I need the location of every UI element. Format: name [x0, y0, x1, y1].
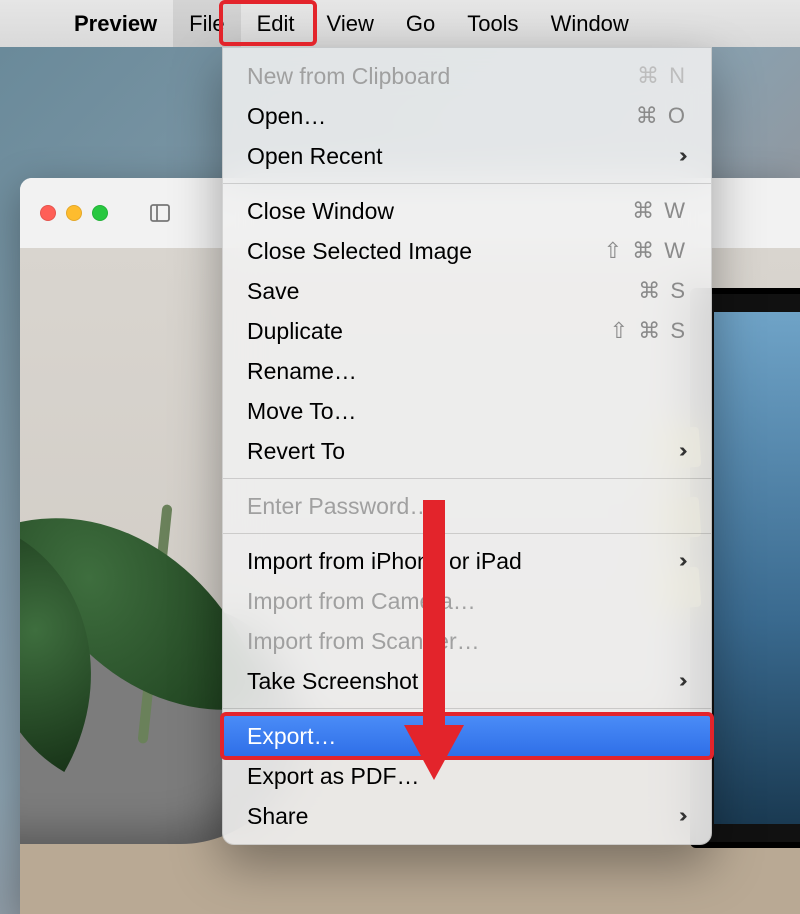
menu-item-shortcut: ⌘ W: [632, 198, 687, 224]
menu-item-label: Open Recent: [247, 143, 383, 170]
menu-item-move-to[interactable]: Move To…: [223, 391, 711, 431]
menu-separator: [223, 533, 711, 534]
chevron-right-icon: ›: [679, 145, 688, 168]
close-window-button[interactable]: [40, 205, 56, 221]
menu-item-import-from-camera: Import from Camera…: [223, 581, 711, 621]
menu-item-duplicate[interactable]: Duplicate ⇧ ⌘ S: [223, 311, 711, 351]
menu-item-enter-password: Enter Password…: [223, 486, 711, 526]
menu-item-import-from-scanner: Import from Scanner…: [223, 621, 711, 661]
chevron-right-icon: ›: [679, 440, 688, 463]
menu-item-label: Import from iPhone or iPad: [247, 548, 522, 575]
menu-separator: [223, 183, 711, 184]
menu-item-label: Import from Camera…: [247, 588, 476, 615]
menu-item-import-from-iphone-or-ipad[interactable]: Import from iPhone or iPad ›: [223, 541, 711, 581]
minimize-window-button[interactable]: [66, 205, 82, 221]
menu-separator: [223, 478, 711, 479]
menu-item-label: Move To…: [247, 398, 357, 425]
menu-item-shortcut: ⇧ ⌘ S: [610, 318, 687, 344]
menu-item-close-selected-image[interactable]: Close Selected Image ⇧ ⌘ W: [223, 231, 711, 271]
menu-item-export-as-pdf[interactable]: Export as PDF…: [223, 756, 711, 796]
menu-item-label: Share: [247, 803, 308, 830]
menu-item-revert-to[interactable]: Revert To ›: [223, 431, 711, 471]
menu-tools[interactable]: Tools: [451, 0, 534, 47]
menu-item-shortcut: ⌘ N: [637, 63, 687, 89]
menu-item-label: Enter Password…: [247, 493, 432, 520]
menu-separator: [223, 708, 711, 709]
menu-item-rename[interactable]: Rename…: [223, 351, 711, 391]
menu-item-export[interactable]: Export…: [223, 716, 711, 756]
menu-item-label: New from Clipboard: [247, 63, 450, 90]
chevron-right-icon: ›: [679, 805, 688, 828]
menu-window[interactable]: Window: [535, 0, 645, 47]
menu-item-share[interactable]: Share ›: [223, 796, 711, 836]
menu-item-label: Open…: [247, 103, 326, 130]
app-menu-preview[interactable]: Preview: [58, 0, 173, 47]
menu-item-label: Export…: [247, 723, 336, 750]
zoom-window-button[interactable]: [92, 205, 108, 221]
menu-item-close-window[interactable]: Close Window ⌘ W: [223, 191, 711, 231]
menu-item-label: Save: [247, 278, 299, 305]
menu-item-label: Close Window: [247, 198, 394, 225]
chevron-right-icon: ›: [679, 550, 688, 573]
menu-item-open-recent[interactable]: Open Recent ›: [223, 136, 711, 176]
menu-item-label: Take Screenshot: [247, 668, 418, 695]
menu-view[interactable]: View: [311, 0, 390, 47]
menu-item-label: Import from Scanner…: [247, 628, 480, 655]
traffic-lights: [40, 205, 108, 221]
menu-item-take-screenshot[interactable]: Take Screenshot ›: [223, 661, 711, 701]
menu-edit[interactable]: Edit: [241, 0, 311, 47]
menu-item-save[interactable]: Save ⌘ S: [223, 271, 711, 311]
menu-file[interactable]: File: [173, 0, 240, 47]
menu-item-shortcut: ⇧ ⌘ W: [604, 238, 687, 264]
sidebar-toggle-icon[interactable]: [148, 201, 172, 225]
menu-item-shortcut: ⌘ O: [636, 103, 687, 129]
menu-item-label: Close Selected Image: [247, 238, 472, 265]
system-menubar: Preview File Edit View Go Tools Window: [0, 0, 800, 47]
menu-item-new-from-clipboard: New from Clipboard ⌘ N: [223, 56, 711, 96]
menu-item-label: Duplicate: [247, 318, 343, 345]
menu-go[interactable]: Go: [390, 0, 451, 47]
menu-item-label: Revert To: [247, 438, 345, 465]
menu-item-open[interactable]: Open… ⌘ O: [223, 96, 711, 136]
menu-item-label: Rename…: [247, 358, 357, 385]
file-menu-dropdown: New from Clipboard ⌘ N Open… ⌘ O Open Recent…: [222, 47, 712, 845]
menu-item-label: Export as PDF…: [247, 763, 420, 790]
menu-item-shortcut: ⌘ S: [638, 278, 687, 304]
chevron-right-icon: ›: [679, 670, 688, 693]
